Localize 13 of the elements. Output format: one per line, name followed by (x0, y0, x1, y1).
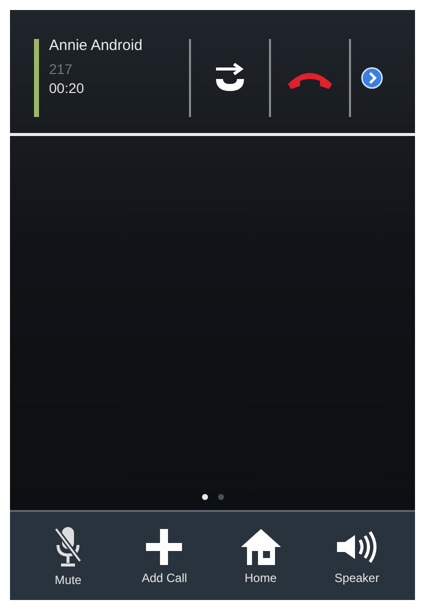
toolbar-button[interactable]: Speaker (316, 527, 397, 585)
page-dot[interactable] (202, 494, 208, 500)
plus-icon (144, 527, 184, 567)
muted-microphone-icon (53, 525, 84, 569)
chevron-circle-icon (361, 67, 383, 89)
toolbar-button[interactable]: Mute (28, 525, 108, 587)
home-icon (238, 527, 283, 567)
toolbar-button[interactable]: Add Call (124, 527, 204, 585)
caller-name: Annie Android (49, 37, 144, 54)
toolbar-button[interactable]: Home (220, 527, 301, 585)
caller-number: 217 (49, 61, 74, 77)
page-dot[interactable] (218, 494, 224, 500)
call-duration: 00:20 (49, 80, 86, 96)
